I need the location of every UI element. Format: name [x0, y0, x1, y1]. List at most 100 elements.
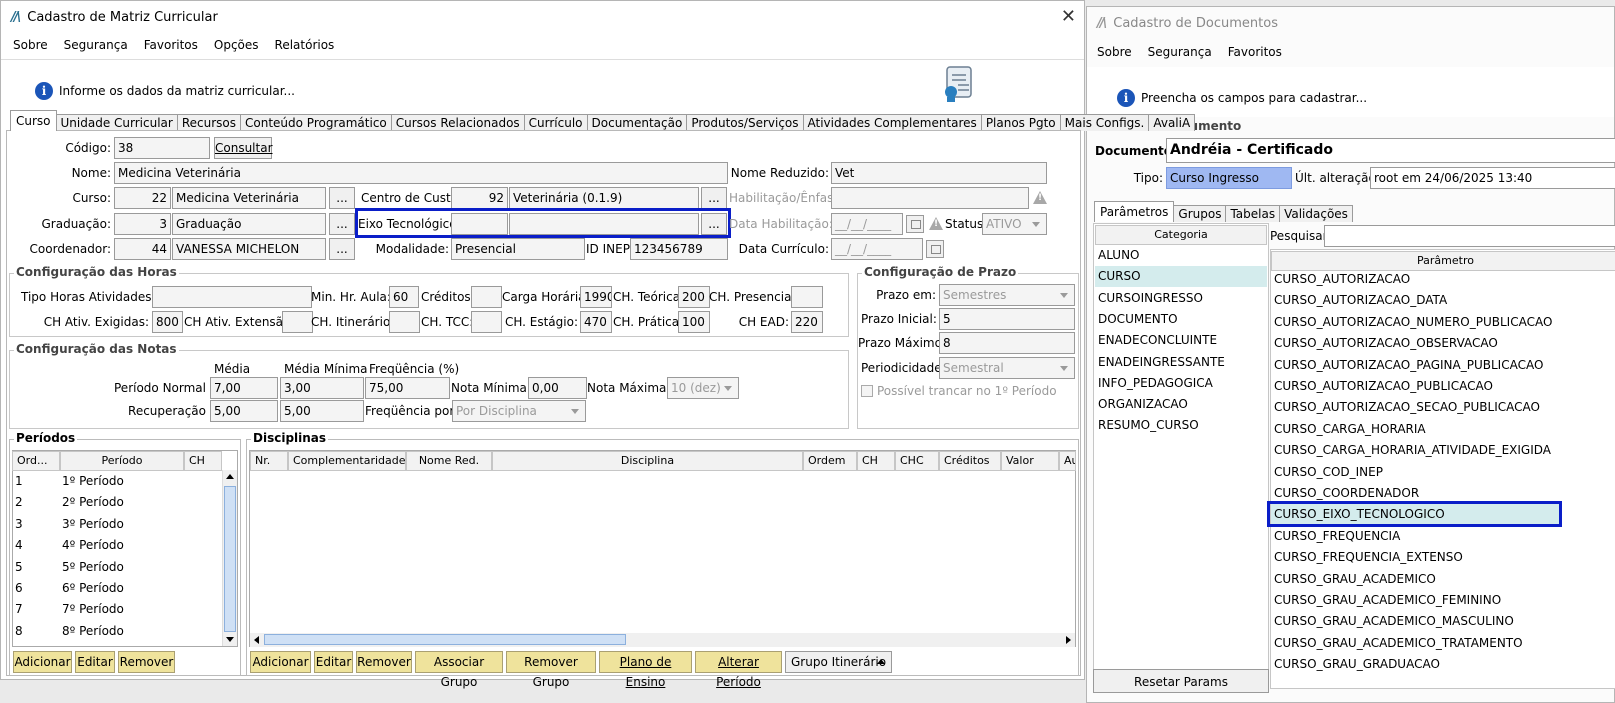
prazo-maximo-field[interactable]: 8: [939, 332, 1075, 354]
col-ch[interactable]: CH: [184, 451, 222, 471]
parametro-item[interactable]: CURSO_AUTORIZACAO_DATA: [1271, 290, 1615, 311]
graduacao-id-field[interactable]: 3: [114, 213, 171, 235]
scroll-right-icon[interactable]: [1066, 636, 1071, 644]
categoria-header[interactable]: Categoria: [1095, 225, 1267, 245]
menu-sobre[interactable]: Sobre: [13, 38, 48, 52]
periodo-name-cell[interactable]: 2º Período: [62, 492, 182, 513]
categoria-item[interactable]: ENADEINGRESSANTE: [1095, 352, 1267, 373]
consultar-button[interactable]: Consultar: [214, 137, 273, 159]
categoria-item[interactable]: ENADECONCLUINTE: [1095, 330, 1267, 351]
scroll-thumb[interactable]: [264, 634, 626, 645]
rec-media-minima-field[interactable]: 5,00: [280, 400, 364, 422]
nota-minima-field[interactable]: 0,00: [528, 377, 587, 399]
periodo-name-cell[interactable]: 6º Período: [62, 578, 182, 599]
tab-cursos-relacionados[interactable]: Cursos Relacionados: [390, 114, 525, 131]
grupo-itinerario-button[interactable]: Grupo Itinerário: [785, 651, 892, 673]
ch-ead-field[interactable]: 220: [791, 311, 823, 333]
categoria-item[interactable]: ALUNO: [1095, 245, 1267, 266]
graduacao-lookup-button[interactable]: ...: [329, 213, 355, 235]
parametro-header[interactable]: Parâmetro: [1271, 251, 1615, 271]
categoria-item[interactable]: ORGANIZACAO: [1095, 394, 1267, 415]
categoria-item[interactable]: RESUMO_CURSO: [1095, 415, 1267, 436]
periodo-ord-cell[interactable]: 1: [15, 471, 59, 492]
scroll-down-icon[interactable]: [226, 637, 234, 642]
column-header[interactable]: Valor: [1001, 451, 1059, 471]
calendar-icon[interactable]: [926, 240, 944, 258]
plano-ensino-button[interactable]: Plano de Ensino: [599, 651, 692, 689]
documento-field[interactable]: Andréia - Certificado: [1166, 138, 1615, 163]
parametro-item[interactable]: CURSO_GRAU_GRADUACAO: [1271, 654, 1615, 675]
nota-maxima-select[interactable]: 10 (dez): [667, 377, 739, 399]
periodo-name-cell[interactable]: 1º Período: [62, 471, 182, 492]
rec-media-field[interactable]: 5,00: [210, 400, 278, 422]
parametro-item[interactable]: CURSO_AUTORIZACAO_SECAO_PUBLICACAO: [1271, 397, 1615, 418]
menu-opcoes[interactable]: Opções: [214, 38, 259, 52]
periodo-ord-cell[interactable]: 8: [15, 621, 59, 642]
tab-parametros[interactable]: Parâmetros: [1094, 201, 1175, 222]
periodicidade-select[interactable]: Semestral: [939, 357, 1075, 379]
normal-media-field[interactable]: 7,00: [210, 377, 278, 399]
categoria-item[interactable]: DOCUMENTO: [1095, 309, 1267, 330]
column-header[interactable]: Nr.: [250, 451, 288, 471]
menu-relatorios[interactable]: Relatórios: [275, 38, 335, 52]
parametro-item[interactable]: CURSO_AUTORIZACAO: [1271, 269, 1615, 290]
tab-curso[interactable]: Curso: [10, 110, 57, 131]
disc-remover-button[interactable]: Remover: [356, 651, 412, 673]
ch-teorica-field[interactable]: 200: [678, 286, 710, 308]
centro-id-field[interactable]: 92: [451, 187, 508, 209]
prazo-inicial-field[interactable]: 5: [939, 308, 1075, 330]
menu-favoritos[interactable]: Favoritos: [144, 38, 198, 52]
parametro-item[interactable]: CURSO_CARGA_HORARIA_ATIVIDADE_EXIGIDA: [1271, 440, 1615, 461]
tab-produtos-servicos[interactable]: Produtos/Serviços: [686, 114, 804, 131]
periodo-name-cell[interactable]: 4º Período: [62, 535, 182, 556]
modalidade-field[interactable]: Presencial: [451, 238, 585, 260]
parametro-item[interactable]: CURSO_FREQUENCIA_EXTENSO: [1271, 547, 1615, 568]
ch-tcc-field[interactable]: [471, 311, 502, 333]
parametro-item[interactable]: CURSO_FREQUENCIA: [1271, 526, 1615, 547]
parametro-item[interactable]: CURSO_AUTORIZACAO_PAGINA_PUBLICACAO: [1271, 355, 1615, 376]
codigo-field[interactable]: 38: [114, 137, 210, 159]
menu-favoritos[interactable]: Favoritos: [1228, 45, 1282, 59]
nome-field[interactable]: Medicina Veterinária: [114, 162, 728, 184]
tab-unidade-curricular[interactable]: Unidade Curricular: [55, 114, 178, 131]
trancar-checkbox[interactable]: [861, 385, 873, 397]
tab-conteudo-programatico[interactable]: Conteúdo Programático: [240, 114, 392, 131]
disc-adicionar-button[interactable]: Adicionar: [250, 651, 311, 673]
creditos-field[interactable]: [471, 286, 502, 308]
alterar-periodo-button[interactable]: Alterar Período: [695, 651, 782, 689]
ch-pratica-field[interactable]: 100: [678, 311, 710, 333]
scroll-up-icon[interactable]: [226, 474, 234, 479]
ch-ativ-exigidas-field[interactable]: 800: [152, 311, 183, 333]
frequencia-por-select[interactable]: Por Disciplina: [452, 400, 586, 422]
centro-lookup-button[interactable]: ...: [701, 187, 727, 209]
periodo-name-cell[interactable]: 8º Período: [62, 621, 182, 642]
periodo-ord-cell[interactable]: 4: [15, 535, 59, 556]
curso-lookup-button[interactable]: ...: [329, 187, 355, 209]
parametro-item[interactable]: CURSO_COD_INEP: [1271, 462, 1615, 483]
menu-seguranca[interactable]: Segurança: [1148, 45, 1212, 59]
ch-ativ-extensao-field[interactable]: [282, 311, 313, 333]
coordenador-id-field[interactable]: 44: [114, 238, 171, 260]
parametro-item[interactable]: CURSO_GRAU_ACADEMICO_MASCULINO: [1271, 611, 1615, 632]
reset-params-button[interactable]: Resetar Params: [1093, 669, 1269, 693]
data-curriculo-field[interactable]: __/__/____: [831, 238, 923, 260]
categoria-item[interactable]: CURSOINGRESSO: [1095, 288, 1267, 309]
disciplinas-hscrollbar[interactable]: [250, 633, 1075, 647]
prazo-em-select[interactable]: Semestres: [939, 284, 1075, 306]
tab-planos-pgto[interactable]: Planos Pgto: [980, 114, 1061, 131]
periodo-ord-cell[interactable]: 3: [15, 514, 59, 535]
column-header[interactable]: Ordem: [803, 451, 857, 471]
parametro-item[interactable]: CURSO_AUTORIZACAO_NUMERO_PUBLICACAO: [1271, 312, 1615, 333]
periodo-editar-button[interactable]: Editar: [75, 651, 115, 673]
periodo-ord-cell[interactable]: 7: [15, 599, 59, 620]
parametro-item[interactable]: CURSO_CARGA_HORARIA: [1271, 419, 1615, 440]
disc-editar-button[interactable]: Editar: [314, 651, 353, 673]
tab-atividades-complementares[interactable]: Atividades Complementares: [802, 114, 982, 131]
menu-sobre[interactable]: Sobre: [1097, 45, 1132, 59]
data-habilitacao-field[interactable]: __/__/____: [831, 213, 903, 235]
normal-frequencia-field[interactable]: 75,00: [365, 377, 450, 399]
tipo-field[interactable]: Curso Ingresso: [1166, 167, 1292, 189]
column-header[interactable]: CHC: [895, 451, 939, 471]
categoria-item[interactable]: CURSO: [1095, 266, 1267, 288]
categoria-item[interactable]: INFO_PEDAGOGICA: [1095, 373, 1267, 394]
